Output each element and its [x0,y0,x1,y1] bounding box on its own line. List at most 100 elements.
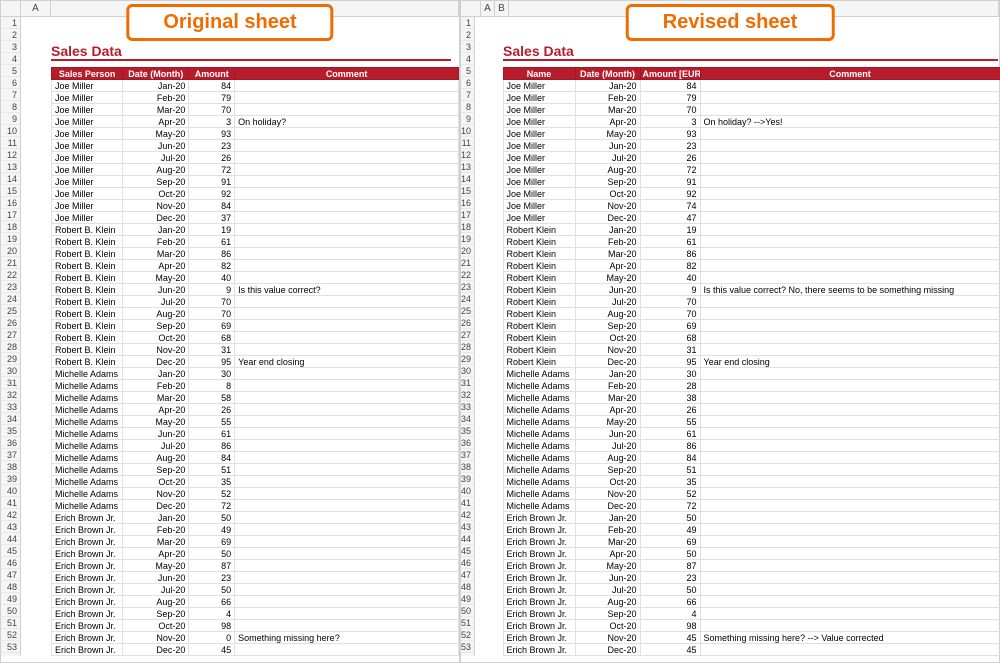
table-row[interactable]: Robert KleinJan-2019 [475,224,1000,236]
table-row[interactable]: Erich Brown Jr.Dec-2045 [21,644,459,656]
cell-comment[interactable] [235,272,459,284]
cell-person[interactable]: Robert Klein [503,236,575,248]
cell-comment[interactable] [700,488,1000,500]
cell-amount[interactable]: 19 [640,224,700,236]
cell-comment[interactable] [700,416,1000,428]
row-number[interactable]: 46 [461,557,474,569]
cell-person[interactable]: Joe Miller [52,104,123,116]
cell-month[interactable]: Jan-20 [123,368,189,380]
cell-person[interactable]: Robert Klein [503,356,575,368]
cell-comment[interactable] [700,176,1000,188]
cell-comment[interactable] [700,248,1000,260]
cell-month[interactable]: Feb-20 [575,236,640,248]
cell-person[interactable]: Robert B. Klein [52,248,123,260]
cell-person[interactable]: Robert Klein [503,296,575,308]
row-number[interactable]: 9 [1,113,20,125]
row-number[interactable]: 32 [1,389,20,401]
col-letter[interactable]: A [21,1,51,16]
cell-comment[interactable] [700,344,1000,356]
row-number[interactable]: 53 [461,641,474,653]
table-row[interactable]: Robert KleinMar-2086 [475,248,1000,260]
cell-amount[interactable]: 84 [189,452,235,464]
cell-amount[interactable]: 47 [640,212,700,224]
row-number[interactable]: 12 [1,149,20,161]
table-row[interactable]: Joe MillerNov-2074 [475,200,1000,212]
cell-month[interactable]: Jun-20 [123,572,189,584]
cell-comment[interactable] [700,392,1000,404]
cell-comment[interactable] [700,464,1000,476]
cell-month[interactable]: May-20 [575,128,640,140]
cell-comment[interactable] [235,368,459,380]
cell-person[interactable]: Robert B. Klein [52,260,123,272]
cell-amount[interactable]: 50 [640,548,700,560]
row-number[interactable]: 50 [461,605,474,617]
cell-amount[interactable]: 91 [189,176,235,188]
row-number[interactable]: 22 [461,269,474,281]
table-row[interactable]: Erich Brown Jr.May-2087 [21,560,459,572]
cell-person[interactable]: Erich Brown Jr. [52,548,123,560]
table-row[interactable]: Robert B. KleinAug-2070 [21,308,459,320]
cell-comment[interactable] [235,488,459,500]
row-number[interactable]: 3 [461,41,474,53]
row-number[interactable]: 32 [461,389,474,401]
table-row[interactable]: Joe MillerAug-2072 [475,164,1000,176]
row-number[interactable]: 41 [1,497,20,509]
table-row[interactable]: Robert B. KleinSep-2069 [21,320,459,332]
cell-amount[interactable]: 87 [640,560,700,572]
cell-month[interactable]: Mar-20 [123,536,189,548]
cell-comment[interactable] [700,104,1000,116]
cell-person[interactable]: Erich Brown Jr. [52,536,123,548]
table-row[interactable]: Joe MillerJul-2026 [475,152,1000,164]
cell-comment[interactable] [700,236,1000,248]
cell-month[interactable]: Jan-20 [123,80,189,92]
cell-comment[interactable] [700,200,1000,212]
table-row[interactable]: Robert KleinDec-2095Year end closing [475,356,1000,368]
row-number[interactable]: 23 [461,281,474,293]
row-number[interactable]: 33 [1,401,20,413]
cell-person[interactable]: Michelle Adams [503,404,575,416]
cell-person[interactable]: Robert B. Klein [52,320,123,332]
row-number[interactable]: 11 [461,137,474,149]
cell-amount[interactable]: 30 [189,368,235,380]
cell-month[interactable]: Mar-20 [123,104,189,116]
cell-month[interactable]: Nov-20 [123,344,189,356]
cell-comment[interactable] [700,452,1000,464]
cell-person[interactable]: Robert Klein [503,284,575,296]
cell-person[interactable]: Erich Brown Jr. [52,572,123,584]
table-row[interactable]: Joe MillerFeb-2079 [475,92,1000,104]
cell-amount[interactable]: 70 [640,308,700,320]
cell-person[interactable]: Robert B. Klein [52,236,123,248]
cell-comment[interactable] [235,392,459,404]
cell-amount[interactable]: 50 [640,512,700,524]
col-letter[interactable]: B [495,1,509,16]
cell-person[interactable]: Michelle Adams [52,404,123,416]
cell-person[interactable]: Joe Miller [52,92,123,104]
cell-month[interactable]: Jul-20 [575,296,640,308]
table-row[interactable]: Joe MillerMay-2093 [21,128,459,140]
cell-amount[interactable]: 84 [640,452,700,464]
table-row[interactable]: Erich Brown Jr.Jan-2050 [475,512,1000,524]
row-number[interactable]: 20 [1,245,20,257]
cell-comment[interactable] [700,92,1000,104]
cell-month[interactable]: Jan-20 [123,224,189,236]
table-row[interactable]: Michelle AdamsNov-2052 [21,488,459,500]
table-row[interactable]: Robert B. KleinJul-2070 [21,296,459,308]
cell-comment[interactable] [235,464,459,476]
cell-person[interactable]: Michelle Adams [52,428,123,440]
cell-person[interactable]: Robert Klein [503,272,575,284]
row-number[interactable]: 43 [461,521,474,533]
cell-month[interactable]: Oct-20 [575,332,640,344]
row-number[interactable]: 6 [461,77,474,89]
cell-comment[interactable] [700,524,1000,536]
cell-comment[interactable] [235,224,459,236]
cell-amount[interactable]: 69 [189,320,235,332]
cell-person[interactable]: Michelle Adams [52,416,123,428]
table-row[interactable]: Robert KleinNov-2031 [475,344,1000,356]
cell-person[interactable]: Joe Miller [52,80,123,92]
cell-month[interactable]: Aug-20 [575,164,640,176]
row-number[interactable]: 34 [1,413,20,425]
cell-month[interactable]: Apr-20 [123,116,189,128]
cell-person[interactable]: Joe Miller [503,200,575,212]
cell-amount[interactable]: 37 [189,212,235,224]
col-header[interactable]: Name [503,68,575,80]
